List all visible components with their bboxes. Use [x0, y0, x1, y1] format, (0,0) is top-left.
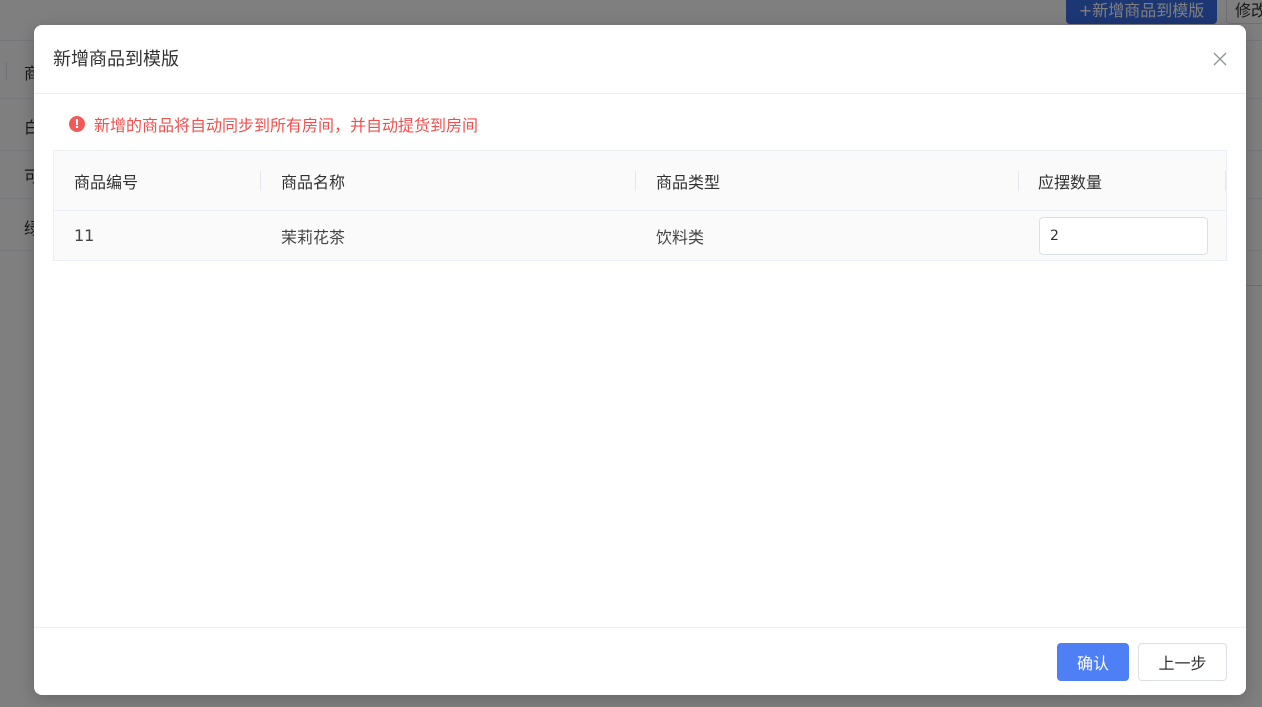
exclamation-icon: !: [69, 116, 85, 132]
column-separator: [1018, 171, 1019, 191]
notice-text: 新增的商品将自动同步到所有房间，并自动提货到房间: [94, 116, 479, 135]
cell-product-id: 11: [74, 226, 95, 245]
cell-product-name: 茉莉花茶: [281, 227, 346, 247]
column-header-product-type: 商品类型: [656, 172, 721, 192]
column-separator: [260, 171, 261, 191]
column-separator: [1225, 171, 1226, 191]
dialog-title: 新增商品到模版: [53, 49, 179, 70]
column-header-product-id: 商品编号: [74, 172, 139, 192]
add-product-dialog: 新增商品到模版 ! 新增的商品将自动同步到所有房间，并自动提货到房间 商品编号 …: [34, 25, 1246, 695]
cell-product-type: 饮料类: [656, 227, 705, 247]
column-header-quantity: 应摆数量: [1038, 172, 1103, 192]
table-header: 商品编号 商品名称 商品类型 应摆数量: [54, 151, 1226, 211]
column-header-product-name: 商品名称: [281, 172, 346, 192]
dialog-header: 新增商品到模版: [34, 25, 1246, 94]
table-row: 11 茉莉花茶 饮料类: [54, 211, 1226, 260]
previous-step-button[interactable]: 上一步: [1138, 643, 1227, 681]
product-table: 商品编号 商品名称 商品类型 应摆数量 11 茉莉花茶 饮料类: [53, 150, 1227, 261]
warning-notice: ! 新增的商品将自动同步到所有房间，并自动提货到房间: [69, 112, 478, 136]
dialog-footer: 确认 上一步: [34, 627, 1246, 695]
close-icon[interactable]: [1212, 51, 1228, 67]
confirm-button[interactable]: 确认: [1057, 643, 1129, 681]
column-separator: [635, 171, 636, 191]
quantity-input[interactable]: [1039, 217, 1208, 255]
